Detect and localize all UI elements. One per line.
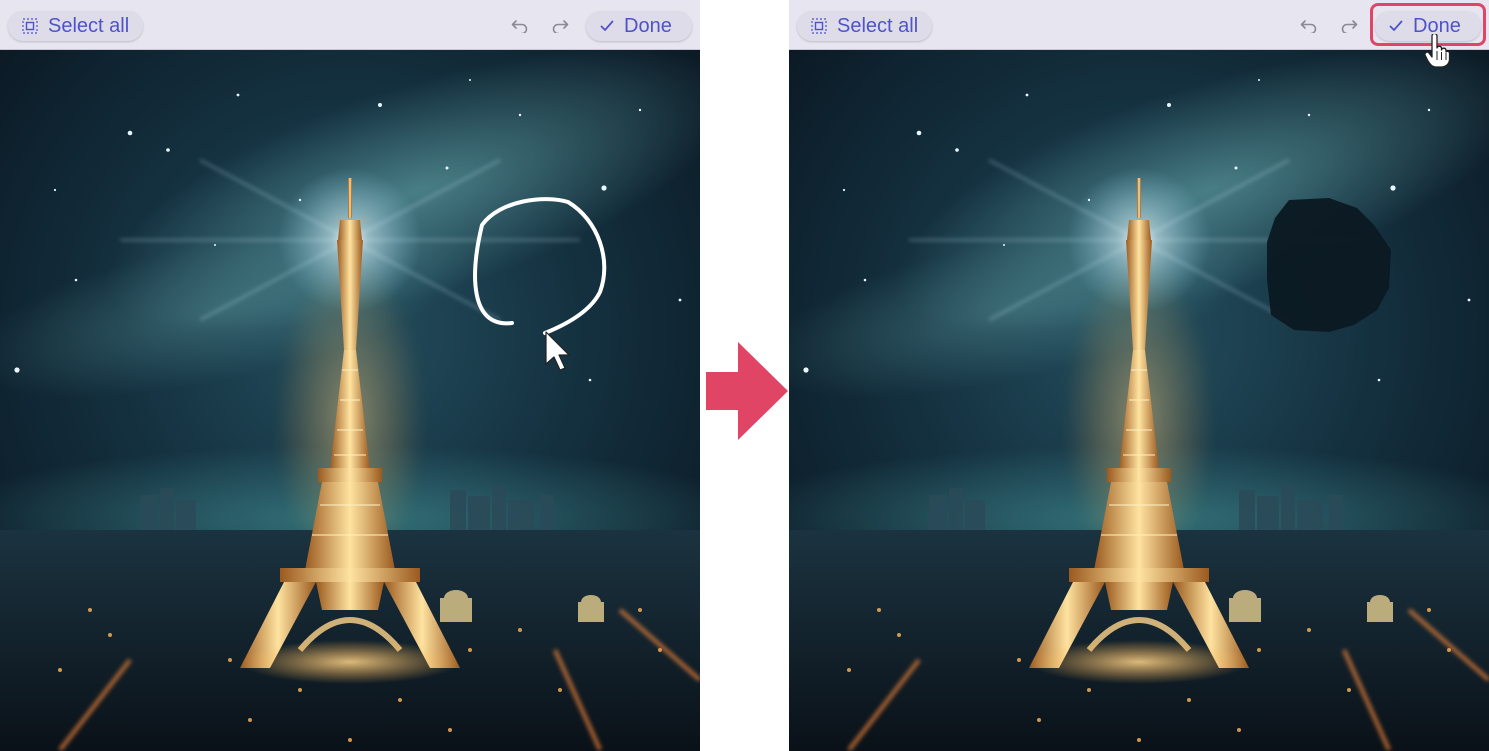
select-all-button[interactable]: Select all (797, 11, 932, 41)
hand-pointer-icon (1424, 34, 1450, 68)
canvas-image[interactable] (789, 50, 1489, 751)
select-all-label: Select all (48, 15, 130, 37)
redo-icon (552, 20, 569, 33)
done-label: Done (624, 15, 672, 37)
redo-icon (1341, 20, 1358, 33)
undo-button[interactable] (508, 14, 532, 38)
editor-toolbar: Select all Done (0, 0, 700, 50)
editor-panel-before: Select all Done (0, 0, 700, 751)
canvas-image[interactable] (0, 50, 700, 751)
checkmark-icon (600, 20, 614, 32)
undo-icon (511, 20, 528, 33)
redo-button[interactable] (548, 14, 572, 38)
select-all-icon (811, 18, 827, 34)
done-button[interactable]: Done (586, 11, 692, 41)
select-all-button[interactable]: Select all (8, 11, 143, 41)
undo-icon (1300, 20, 1317, 33)
select-all-icon (22, 18, 38, 34)
redo-button[interactable] (1337, 14, 1361, 38)
editor-panel-after: Select all Done (789, 0, 1489, 751)
select-all-label: Select all (837, 15, 919, 37)
undo-button[interactable] (1297, 14, 1321, 38)
transition-arrow-icon (706, 342, 788, 440)
